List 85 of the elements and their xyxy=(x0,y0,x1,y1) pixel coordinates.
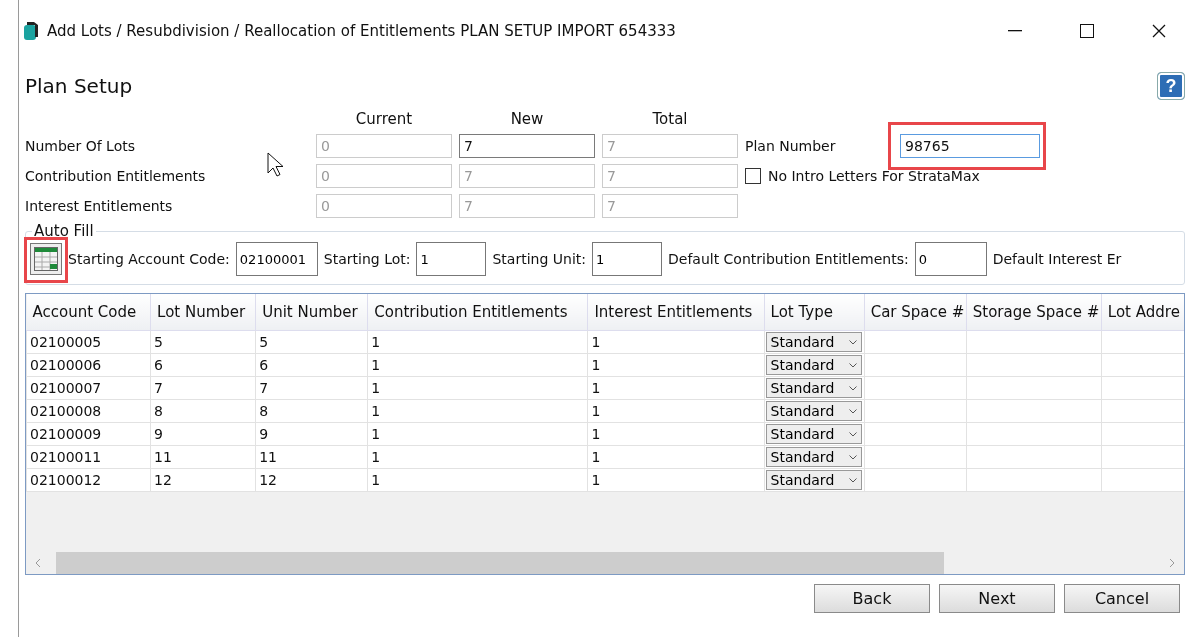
table-cell: 1 xyxy=(587,399,765,423)
lot-type-dropdown[interactable]: Standard xyxy=(765,355,862,375)
table-cell: 1 xyxy=(587,422,765,446)
column-heading: Total xyxy=(651,110,689,128)
input-field[interactable]: 0 xyxy=(914,242,987,276)
dialog-button[interactable]: Back xyxy=(814,584,930,613)
field-label: Starting Account Code: xyxy=(68,251,230,267)
lot-type-dropdown[interactable]: Standard xyxy=(765,424,862,444)
chevron-down-icon xyxy=(848,454,857,460)
table-cell: 02100005 xyxy=(26,330,151,354)
lot-type-dropdown[interactable]: Standard xyxy=(765,332,862,352)
table-cell: 1 xyxy=(367,353,588,377)
dialog-button[interactable]: Cancel xyxy=(1064,584,1180,613)
table-cell: 12 xyxy=(255,468,368,492)
plan-number-field[interactable]: 98765 xyxy=(900,134,1040,158)
table-cell: 1 xyxy=(587,330,765,354)
table-cell: 02100008 xyxy=(26,399,151,423)
column-heading: Current xyxy=(354,110,414,128)
table-cell: 11 xyxy=(255,445,368,469)
lot-type-dropdown[interactable]: Standard xyxy=(765,401,862,421)
checkbox[interactable] xyxy=(745,168,761,184)
close-icon[interactable] xyxy=(1152,24,1166,38)
dialog-button[interactable]: Next xyxy=(939,584,1055,613)
chevron-down-icon xyxy=(848,385,857,391)
field-label: Starting Lot: xyxy=(323,251,411,267)
checkbox-label: No Intro Letters For StrataMax xyxy=(768,168,980,184)
chevron-down-icon xyxy=(848,339,857,345)
page-heading: Plan Setup xyxy=(25,74,133,98)
chevron-down-icon xyxy=(848,431,857,437)
input-field[interactable]: 1 xyxy=(592,242,662,276)
column-header[interactable]: Car Space # xyxy=(864,294,967,331)
column-header[interactable]: Interest Entitlements xyxy=(587,294,765,331)
spreadsheet-icon xyxy=(34,247,58,271)
column-header[interactable]: Lot Addre xyxy=(1101,294,1184,331)
table-cell: 1 xyxy=(367,445,588,469)
field-label: Default Interest Er xyxy=(992,251,1122,267)
field-label: Default Contribution Entitlements: xyxy=(668,251,909,267)
lot-type-dropdown[interactable]: Standard xyxy=(765,470,862,490)
field-label: Plan Number xyxy=(745,138,837,154)
window-title: Add Lots / Resubdivision / Reallocation of Entitlements PLAN SETUP IMPORT 654333 xyxy=(47,22,677,40)
table-cell: 1 xyxy=(367,468,588,492)
column-header[interactable]: Unit Number xyxy=(255,294,368,331)
table-cell: 02100012 xyxy=(26,468,151,492)
field-label: Number Of Lots xyxy=(25,138,136,154)
chevron-down-icon xyxy=(848,362,857,368)
chevron-down-icon xyxy=(848,408,857,414)
input-field[interactable]: 1 xyxy=(416,242,487,276)
table-cell: 1 xyxy=(367,330,588,354)
input-field[interactable]: 02100001 xyxy=(235,242,318,276)
table-cell: 1 xyxy=(587,445,765,469)
column-header[interactable]: Contribution Entitlements xyxy=(367,294,588,331)
help-button[interactable]: ? xyxy=(1157,72,1185,100)
table-cell: 8 xyxy=(255,399,368,423)
table-cell: 02100011 xyxy=(26,445,151,469)
mouse-cursor-icon xyxy=(267,152,285,178)
table-cell: 1 xyxy=(587,353,765,377)
table-cell: 9 xyxy=(255,422,368,446)
lot-type-dropdown[interactable]: Standard xyxy=(765,447,862,467)
field-label: Interest Entitlements xyxy=(25,198,174,214)
field-label: Starting Unit: xyxy=(492,251,586,267)
group-legend: Auto Fill xyxy=(32,222,96,240)
column-header[interactable]: Storage Space # xyxy=(966,294,1102,331)
column-header[interactable]: Lot Number xyxy=(150,294,256,331)
column-heading: New xyxy=(509,110,545,128)
app-logo-icon xyxy=(23,21,39,41)
table-cell: 02100009 xyxy=(26,422,151,446)
minimize-icon[interactable] xyxy=(1008,30,1022,32)
table-cell: 1 xyxy=(367,376,588,400)
number-field[interactable]: 7 xyxy=(459,134,595,158)
table-cell: 5 xyxy=(255,330,368,354)
auto-fill-button[interactable] xyxy=(30,243,62,275)
table-cell: 02100007 xyxy=(26,376,151,400)
table-cell: 1 xyxy=(587,468,765,492)
table-cell: 7 xyxy=(255,376,368,400)
field-label: Contribution Entitlements xyxy=(25,168,207,184)
column-header[interactable]: Account Code xyxy=(26,294,151,331)
maximize-icon[interactable] xyxy=(1080,24,1094,38)
table-cell: 02100006 xyxy=(26,353,151,377)
lot-type-dropdown[interactable]: Standard xyxy=(765,378,862,398)
column-header[interactable]: Lot Type xyxy=(764,294,865,331)
table-cell: 1 xyxy=(587,376,765,400)
table-cell: 1 xyxy=(367,399,588,423)
table-cell: 1 xyxy=(367,422,588,446)
chevron-down-icon xyxy=(848,477,857,483)
table-cell: 6 xyxy=(255,353,368,377)
